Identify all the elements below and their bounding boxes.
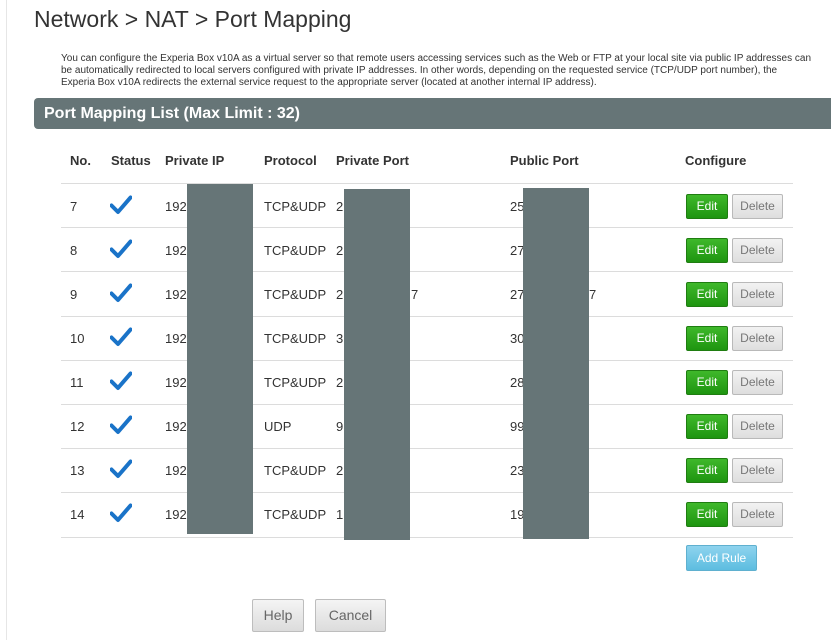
table-row: 7 192 TCP&UDP 2 25 Edit Delete bbox=[0, 184, 831, 228]
checkmark-icon bbox=[110, 239, 132, 258]
edit-button[interactable]: Edit bbox=[686, 282, 728, 307]
protocol: TCP&UDP bbox=[264, 243, 327, 258]
redaction-block-private-port bbox=[344, 189, 410, 540]
column-header-configure: Configure bbox=[685, 153, 747, 168]
delete-button[interactable]: Delete bbox=[732, 502, 783, 527]
checkmark-icon bbox=[110, 283, 132, 302]
column-header-no: No. bbox=[70, 153, 91, 168]
help-button[interactable]: Help bbox=[252, 599, 304, 632]
private-ip: 192 bbox=[165, 375, 187, 390]
column-header-public-port: Public Port bbox=[510, 153, 579, 168]
edit-button[interactable]: Edit bbox=[686, 502, 728, 527]
row-number: 14 bbox=[70, 507, 85, 522]
checkmark-icon bbox=[110, 415, 132, 434]
section-header: Port Mapping List (Max Limit : 32) bbox=[34, 98, 831, 129]
checkmark-icon bbox=[110, 459, 132, 478]
column-header-status: Status bbox=[111, 153, 151, 168]
private-ip: 192 bbox=[165, 463, 187, 478]
row-number: 13 bbox=[70, 463, 85, 478]
delete-button[interactable]: Delete bbox=[732, 238, 783, 263]
table-row: 8 192 TCP&UDP 2 27 Edit Delete bbox=[0, 228, 831, 272]
redaction-block-public-port bbox=[523, 188, 589, 539]
protocol: TCP&UDP bbox=[264, 375, 327, 390]
private-port: 9 bbox=[336, 419, 344, 434]
delete-button[interactable]: Delete bbox=[732, 458, 783, 483]
row-number: 11 bbox=[70, 375, 84, 390]
private-port: 2 bbox=[336, 199, 344, 214]
private-port: 2 bbox=[336, 463, 344, 478]
page-description: You can configure the Experia Box v10A a… bbox=[61, 53, 812, 88]
edit-button[interactable]: Edit bbox=[686, 326, 728, 351]
protocol: TCP&UDP bbox=[264, 287, 327, 302]
protocol: TCP&UDP bbox=[264, 331, 327, 346]
edit-button[interactable]: Edit bbox=[686, 238, 728, 263]
delete-button[interactable]: Delete bbox=[732, 282, 783, 307]
private-port: 1 bbox=[336, 507, 344, 522]
checkmark-icon bbox=[110, 195, 132, 214]
checkmark-icon bbox=[110, 371, 132, 390]
private-port-tail: 7 bbox=[411, 287, 419, 302]
protocol: TCP&UDP bbox=[264, 507, 327, 522]
edit-button[interactable]: Edit bbox=[686, 414, 728, 439]
delete-button[interactable]: Delete bbox=[732, 414, 783, 439]
row-number: 8 bbox=[70, 243, 78, 258]
private-port: 2 bbox=[336, 375, 344, 390]
page-title: Network > NAT > Port Mapping bbox=[34, 6, 352, 32]
edit-button[interactable]: Edit bbox=[686, 194, 728, 219]
row-number: 12 bbox=[70, 419, 85, 434]
table-bottom-divider bbox=[61, 537, 793, 538]
private-ip: 192 bbox=[165, 243, 187, 258]
row-number: 9 bbox=[70, 287, 78, 302]
table-row: 9 192 TCP&UDP 2 7 27 7 Edit Delete bbox=[0, 272, 831, 316]
protocol: UDP bbox=[264, 419, 292, 434]
protocol: TCP&UDP bbox=[264, 463, 327, 478]
row-number: 10 bbox=[70, 331, 85, 346]
private-ip: 192 bbox=[165, 507, 187, 522]
table-row: 11 192 TCP&UDP 2 28 Edit Delete bbox=[0, 360, 831, 404]
private-port: 2 bbox=[336, 287, 344, 302]
table-row: 13 192 TCP&UDP 2 23 Edit Delete bbox=[0, 448, 831, 492]
delete-button[interactable]: Delete bbox=[732, 326, 783, 351]
private-ip: 192 bbox=[165, 331, 187, 346]
private-port: 3 bbox=[336, 331, 344, 346]
column-header-private-ip: Private IP bbox=[165, 153, 225, 168]
public-port-tail: 7 bbox=[589, 287, 597, 302]
private-port: 2 bbox=[336, 243, 344, 258]
cancel-button[interactable]: Cancel bbox=[315, 599, 386, 632]
delete-button[interactable]: Delete bbox=[732, 194, 783, 219]
redaction-block-private-ip bbox=[187, 184, 253, 534]
checkmark-icon bbox=[110, 327, 132, 346]
edit-button[interactable]: Edit bbox=[686, 370, 728, 395]
table-row: 10 192 TCP&UDP 3 30 Edit Delete bbox=[0, 316, 831, 360]
private-ip: 192 bbox=[165, 199, 187, 214]
table-row: 14 192 TCP&UDP 1 19 Edit Delete bbox=[0, 492, 831, 536]
edit-button[interactable]: Edit bbox=[686, 458, 728, 483]
protocol: TCP&UDP bbox=[264, 199, 327, 214]
row-number: 7 bbox=[70, 199, 78, 214]
table-row: 12 192 UDP 9 99 Edit Delete bbox=[0, 404, 831, 448]
checkmark-icon bbox=[110, 503, 132, 522]
delete-button[interactable]: Delete bbox=[732, 370, 783, 395]
private-ip: 192 bbox=[165, 287, 187, 302]
private-ip: 192 bbox=[165, 419, 187, 434]
column-header-private-port: Private Port bbox=[336, 153, 409, 168]
column-header-protocol: Protocol bbox=[264, 153, 317, 168]
add-rule-button[interactable]: Add Rule bbox=[686, 545, 757, 571]
